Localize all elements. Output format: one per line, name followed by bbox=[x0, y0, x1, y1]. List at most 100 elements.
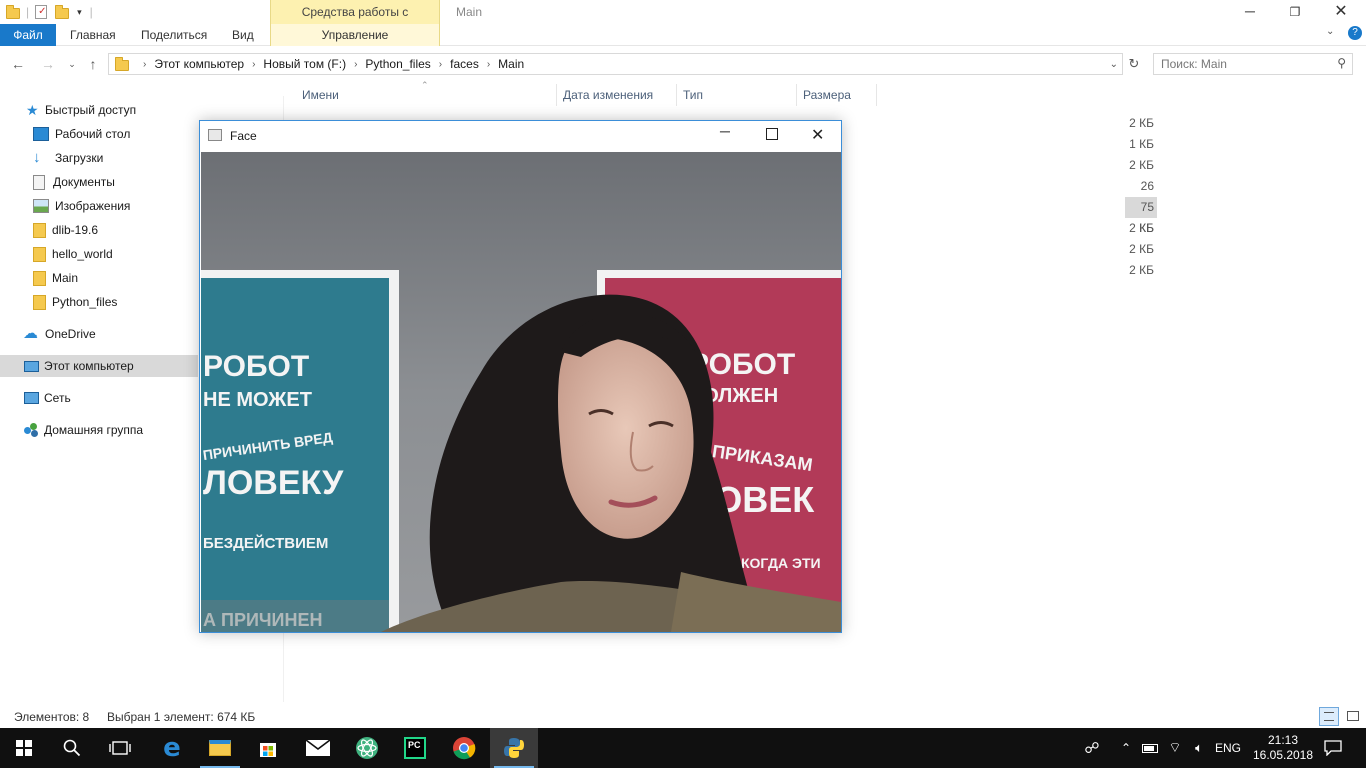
selection-info: Выбран 1 элемент: 674 КБ bbox=[107, 710, 256, 724]
breadcrumb-faces[interactable]: faces bbox=[450, 57, 479, 71]
volume-button[interactable]: 🔈︎ bbox=[1188, 728, 1210, 768]
column-date-modified[interactable]: Дата изменения bbox=[557, 84, 677, 106]
taskbar-atom[interactable] bbox=[343, 728, 391, 768]
customize-qat-icon[interactable]: ▾ bbox=[77, 7, 82, 18]
restore-button[interactable]: ❐ bbox=[1272, 0, 1318, 24]
tab-file[interactable]: Файл bbox=[0, 24, 56, 46]
minimize-button[interactable]: ─ bbox=[1227, 0, 1273, 24]
taskbar-chrome[interactable] bbox=[440, 728, 488, 768]
column-type[interactable]: Тип bbox=[677, 84, 797, 106]
address-row: ← → ⌄ ↑ › Этот компьютер › Новый том (F:… bbox=[0, 50, 1366, 78]
download-icon: ↓ bbox=[33, 149, 41, 166]
up-button[interactable]: ↑ bbox=[83, 54, 103, 74]
taskbar-python[interactable] bbox=[490, 728, 538, 768]
folder-icon bbox=[115, 56, 129, 71]
homegroup-icon bbox=[24, 423, 39, 437]
search-icon bbox=[63, 739, 81, 757]
computer-icon bbox=[24, 360, 39, 372]
window-title: Main bbox=[456, 5, 483, 19]
taskbar-edge[interactable]: e bbox=[148, 728, 196, 768]
face-minimize-button[interactable]: ─ bbox=[720, 123, 734, 139]
search-button[interactable] bbox=[48, 728, 96, 768]
face-window[interactable]: Face ─ ✕ РОБОТ НЕ МОЖЕТ ПРИЧИНИТЬ ВРЕД Л… bbox=[199, 120, 842, 633]
poster-right-line: КОГДА ЭТИ bbox=[741, 555, 821, 571]
forward-arrow-icon: → bbox=[41, 56, 55, 72]
details-view-button[interactable] bbox=[1319, 707, 1339, 726]
forward-button[interactable]: → bbox=[38, 54, 58, 74]
poster-left-line: БЕЗДЕЙСТВИЕМ bbox=[203, 534, 328, 552]
new-folder-icon[interactable] bbox=[55, 5, 70, 19]
file-size: 2 КБ bbox=[1129, 116, 1154, 130]
action-center-button[interactable] bbox=[1318, 728, 1348, 768]
atom-icon bbox=[356, 737, 378, 759]
file-size-selected[interactable]: 75 КБ bbox=[1125, 197, 1157, 235]
breadcrumb-this-pc[interactable]: Этот компьютер bbox=[154, 57, 244, 71]
nav-quick-access[interactable]: ★ Быстрый доступ bbox=[0, 99, 284, 121]
people-button[interactable]: ☍ bbox=[1080, 728, 1104, 768]
status-bar: Элементов: 8 Выбран 1 элемент: 674 КБ bbox=[0, 706, 1366, 728]
details-view-icon bbox=[1324, 712, 1334, 721]
chrome-icon bbox=[453, 737, 476, 760]
face-close-button[interactable]: ✕ bbox=[811, 125, 824, 145]
taskbar-pycharm[interactable]: PC bbox=[391, 728, 439, 768]
close-button[interactable]: ✕ bbox=[1318, 0, 1364, 24]
large-icons-view-button[interactable] bbox=[1343, 707, 1363, 726]
properties-icon[interactable]: ✓ bbox=[35, 5, 48, 19]
tab-share[interactable]: Поделиться bbox=[129, 24, 219, 46]
column-name[interactable]: Имени bbox=[296, 84, 557, 106]
task-view-icon bbox=[109, 741, 131, 755]
refresh-icon: ↻ bbox=[1128, 56, 1140, 71]
taskbar: e PC ☍ ⌃ ⌔ 🔈︎ ENG 21:13 16.05.2018 bbox=[0, 728, 1366, 768]
tab-home[interactable]: Главная bbox=[58, 24, 128, 46]
speaker-icon: 🔈︎ bbox=[1195, 740, 1203, 755]
help-icon[interactable]: ? bbox=[1348, 26, 1362, 40]
breadcrumb-python-files[interactable]: Python_files bbox=[365, 57, 430, 71]
tab-view[interactable]: Вид bbox=[220, 24, 266, 46]
wifi-icon: ⌔ bbox=[1168, 739, 1182, 755]
file-size: 2 КБ bbox=[1129, 242, 1154, 256]
folder-icon bbox=[33, 222, 46, 238]
tab-manage[interactable]: Управление bbox=[270, 24, 440, 46]
show-hidden-icons-button[interactable]: ⌃ bbox=[1116, 728, 1136, 768]
nav-this-pc[interactable]: Этот компьютер bbox=[0, 355, 198, 377]
taskbar-file-explorer[interactable] bbox=[196, 728, 244, 768]
python-icon bbox=[504, 738, 524, 758]
network-button[interactable]: ⌔ bbox=[1164, 728, 1186, 768]
clock-date: 16.05.2018 bbox=[1252, 748, 1314, 762]
address-bar[interactable]: › Этот компьютер › Новый том (F:) › Pyth… bbox=[108, 53, 1123, 75]
clock[interactable]: 21:13 16.05.2018 bbox=[1250, 728, 1316, 768]
breadcrumb-drive[interactable]: Новый том (F:) bbox=[263, 57, 346, 71]
refresh-button[interactable]: ↻ bbox=[1124, 54, 1144, 74]
folder-icon bbox=[33, 246, 46, 262]
search-input[interactable]: Поиск: Main ⚲ bbox=[1153, 53, 1353, 75]
search-placeholder: Поиск: Main bbox=[1161, 57, 1227, 71]
people-icon: ☍ bbox=[1084, 740, 1100, 757]
column-size[interactable]: Размера bbox=[797, 84, 877, 106]
webcam-frame: РОБОТ НЕ МОЖЕТ ПРИЧИНИТЬ ВРЕД ЛОВЕКУ БЕЗ… bbox=[201, 152, 841, 632]
file-size: 2 КБ bbox=[1129, 221, 1154, 235]
clock-time: 21:13 bbox=[1267, 733, 1299, 747]
recent-locations-button[interactable]: ⌄ bbox=[62, 54, 82, 74]
search-icon: ⚲ bbox=[1337, 56, 1346, 70]
folder-icon bbox=[6, 5, 20, 19]
large-icons-view-icon bbox=[1347, 711, 1359, 721]
face-maximize-button[interactable] bbox=[766, 128, 778, 140]
address-dropdown-icon[interactable]: ⌄ bbox=[1110, 59, 1118, 70]
face-window-title-bar[interactable]: Face ─ ✕ bbox=[200, 121, 841, 152]
breadcrumb-main[interactable]: Main bbox=[498, 57, 524, 71]
document-icon bbox=[33, 174, 45, 190]
taskbar-mail[interactable] bbox=[294, 728, 342, 768]
back-button[interactable]: ← bbox=[8, 54, 28, 74]
up-arrow-icon: ↑ bbox=[89, 56, 97, 72]
taskbar-store[interactable] bbox=[244, 728, 292, 768]
ribbon-tabs: Файл Главная Поделиться Вид Управление ⌄… bbox=[0, 24, 1366, 46]
network-icon bbox=[24, 392, 39, 404]
expand-ribbon-icon[interactable]: ⌄ bbox=[1326, 26, 1334, 37]
poster-left-line: ЛОВЕКУ bbox=[203, 464, 344, 502]
windows-logo-icon bbox=[16, 740, 32, 756]
task-view-button[interactable] bbox=[96, 728, 144, 768]
start-button[interactable] bbox=[0, 728, 48, 768]
battery-button[interactable] bbox=[1140, 728, 1160, 768]
battery-icon bbox=[1142, 743, 1158, 753]
input-language-button[interactable]: ENG bbox=[1212, 728, 1244, 768]
